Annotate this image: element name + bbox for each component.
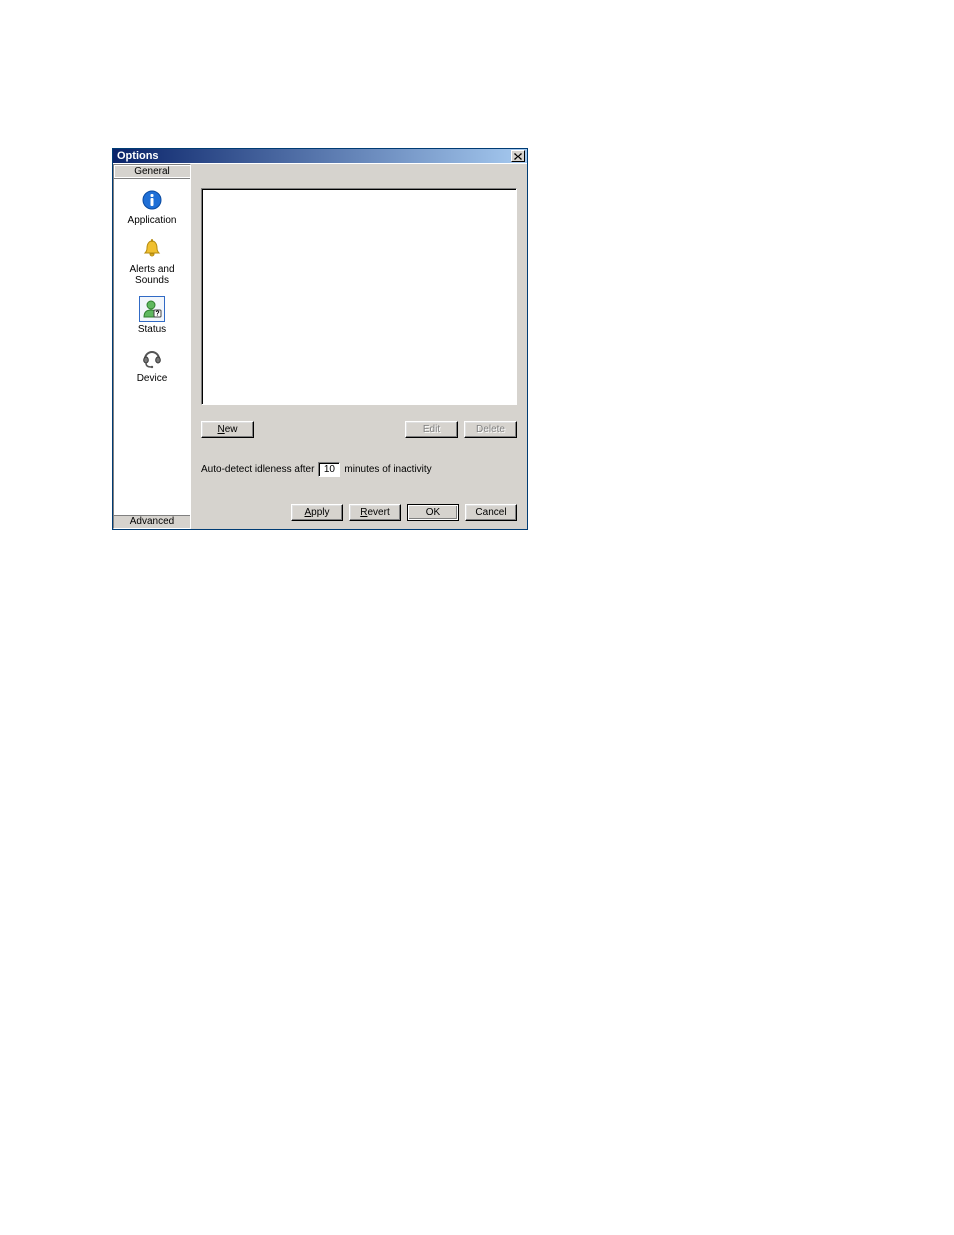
sidebar-group-advanced[interactable]: Advanced (114, 514, 190, 528)
idle-prefix-label: Auto-detect idleness after (201, 464, 314, 475)
button-mnemonic: R (360, 507, 367, 518)
idle-suffix-label: minutes of inactivity (344, 464, 431, 475)
close-button[interactable] (511, 150, 525, 162)
button-label-rest: pply (311, 507, 329, 518)
window-title: Options (117, 149, 159, 163)
delete-button: Delete (464, 421, 517, 438)
sidebar-item-device[interactable]: Device (114, 341, 190, 390)
sidebar-item-status[interactable]: ? Status (114, 292, 190, 341)
headset-icon (139, 345, 165, 371)
apply-button[interactable]: Apply (291, 504, 343, 521)
sidebar-item-label: Status (138, 324, 166, 335)
titlebar[interactable]: Options (113, 149, 527, 163)
close-icon (514, 153, 522, 160)
sidebar-item-label: Device (137, 373, 168, 384)
category-sidebar: General Application (113, 164, 191, 529)
edit-button: Edit (405, 421, 458, 438)
revert-button[interactable]: Revert (349, 504, 401, 521)
idle-minutes-input[interactable] (318, 462, 340, 477)
status-listbox[interactable] (201, 188, 517, 405)
bell-icon (139, 236, 165, 262)
person-icon: ? (139, 296, 165, 322)
ok-button[interactable]: OK (407, 504, 459, 521)
svg-text:?: ? (155, 311, 159, 318)
sidebar-group-general[interactable]: General (114, 165, 190, 179)
sidebar-item-alerts-sounds[interactable]: Alerts and Sounds (114, 232, 190, 292)
sidebar-item-label: Application (128, 215, 177, 226)
options-dialog: Options General (112, 148, 528, 530)
button-label-rest: evert (368, 507, 390, 518)
button-mnemonic: N (217, 424, 224, 435)
button-label-rest: ew (225, 424, 238, 435)
sidebar-item-label: Alerts and Sounds (114, 264, 190, 286)
new-button[interactable]: New (201, 421, 254, 438)
info-icon (139, 187, 165, 213)
content-pane: New Edit Delete Auto-detect idleness aft… (191, 164, 527, 529)
cancel-button[interactable]: Cancel (465, 504, 517, 521)
sidebar-item-application[interactable]: Application (114, 183, 190, 232)
